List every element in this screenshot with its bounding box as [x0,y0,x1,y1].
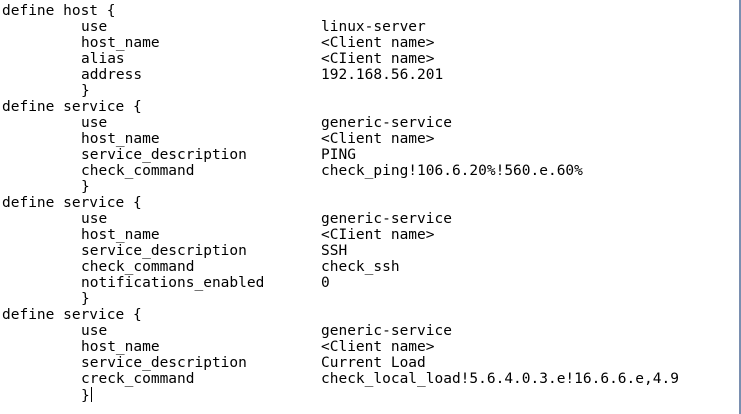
entry-key: notifications_enabled [81,275,265,291]
entry-key: use [81,323,108,339]
entry-value: generic-service [321,323,452,339]
entry-key: address [81,67,143,83]
entry-key: check_command [81,163,195,179]
entry-value: <CIient name> [321,51,435,67]
entry-key: check_command [81,259,195,275]
entry-value: check_ssh [321,259,400,275]
entry-value: PING [321,147,356,163]
entry-value: <CIient name> [321,227,435,243]
entry-key: use [81,19,108,35]
entry-key: host_name [81,131,160,147]
entry-value: 192.168.56.201 [321,67,444,83]
entry-value: <Client name> [321,35,435,51]
entry-value: check_local_load!5.6.4.0.3.e!16.6.6.e,4.… [321,371,679,387]
entry-key: alias [81,51,125,67]
entry-value: generic-service [321,115,452,131]
entry-value: Current Load [321,355,426,371]
entry-value: linux-server [321,19,426,35]
entry-key: service_description [81,243,247,259]
entry-key: service_description [81,355,247,371]
text-editor[interactable]: define host { use linux-server host_name <… [0,0,741,414]
entry-key: host_name [81,35,160,51]
entry-value: SSH [321,243,348,259]
entry-key: host_name [81,227,160,243]
entry-key: creck_command [81,371,195,387]
text-cursor [90,387,92,402]
entry-value: 0 [321,275,330,291]
entry-key: host_name [81,339,160,355]
entry-value: check_ping!106.6.20%!560.e.60% [321,163,583,179]
entry-value: <Client name> [321,339,435,355]
entry-key: use [81,115,108,131]
entry-value: generic-service [321,211,452,227]
entry-key: use [81,211,108,227]
entry-key: service_description [81,147,247,163]
entry-value: <Client name> [321,131,435,147]
